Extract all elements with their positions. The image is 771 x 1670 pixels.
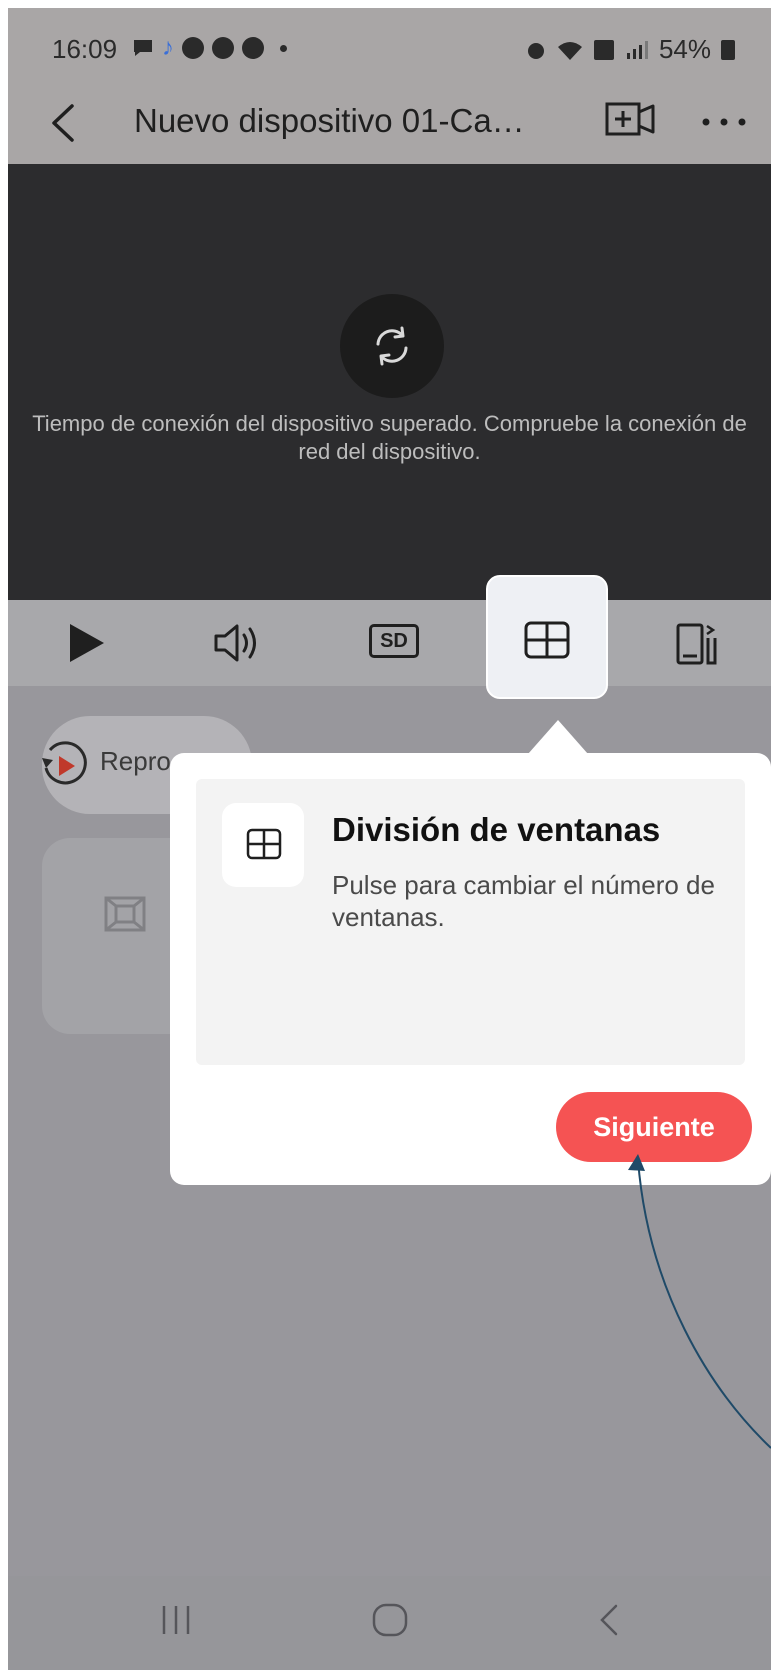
- system-nav-bar: [8, 1576, 771, 1670]
- recent-apps-icon[interactable]: [158, 1600, 194, 1640]
- phone-screen: 16:09 ♪ 54% Nuevo dispositivo 01-Ca… Tie…: [8, 8, 771, 1670]
- annotation-arrow: [628, 1154, 771, 1449]
- nav-back-icon[interactable]: [594, 1600, 624, 1640]
- home-icon[interactable]: [370, 1600, 410, 1640]
